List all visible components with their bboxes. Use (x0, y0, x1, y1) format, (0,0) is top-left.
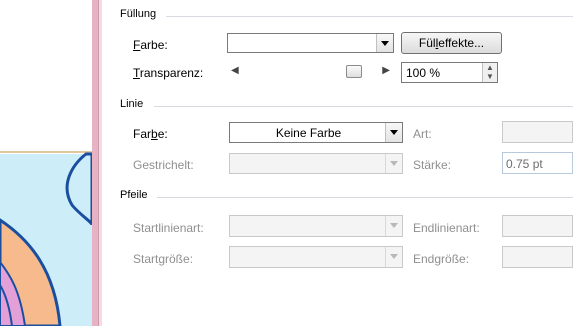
line-style-dropdown[interactable] (502, 121, 573, 143)
fill-group-title: Füllung (120, 8, 157, 20)
fill-effects-button[interactable]: Fülleffekte... (401, 32, 502, 54)
fill-color-label: Farbe: (133, 38, 168, 52)
end-size-dropdown[interactable] (502, 246, 573, 268)
line-group-title: Linie (120, 98, 144, 110)
start-size-label: Startgröße: (133, 252, 194, 266)
end-size-label: Endgröße: (413, 252, 470, 266)
chevron-down-icon (390, 223, 398, 228)
slider-left-arrow-icon[interactable]: ◀ (231, 65, 239, 76)
fill-group-divider (166, 16, 573, 17)
dashed-dropdown-button[interactable] (385, 154, 402, 173)
background-illustration (0, 151, 92, 326)
start-size-dropdown[interactable] (229, 246, 403, 268)
start-size-dropdown-button[interactable] (385, 247, 402, 267)
line-color-dropdown-button[interactable] (385, 123, 402, 142)
transparency-slider[interactable]: ◀ ▶ (227, 62, 394, 82)
fill-color-dropdown[interactable] (227, 33, 394, 53)
line-color-value: Keine Farbe (275, 126, 342, 140)
line-weight-value: 0.75 pt (506, 157, 543, 171)
arrows-group-divider (157, 197, 573, 198)
spin-down-icon[interactable]: ▼ (486, 72, 494, 81)
start-style-dropdown[interactable] (229, 215, 403, 237)
transparency-spinner[interactable]: 100 % ▲ ▼ (401, 62, 498, 83)
end-style-label: Endlinienart: (413, 221, 480, 235)
line-style-label: Art: (413, 127, 432, 141)
line-color-label: Farbe: (133, 127, 168, 141)
spinner-buttons[interactable]: ▲ ▼ (482, 63, 497, 82)
dashed-label: Gestrichelt: (133, 158, 194, 172)
slider-thumb[interactable] (346, 65, 362, 78)
start-style-dropdown-button[interactable] (385, 216, 402, 236)
chevron-down-icon (390, 161, 398, 166)
slider-right-arrow-icon[interactable]: ▶ (382, 65, 390, 76)
spin-up-icon[interactable]: ▲ (486, 63, 494, 72)
line-color-dropdown[interactable]: Keine Farbe (229, 122, 403, 143)
chevron-down-icon (390, 254, 398, 259)
fill-color-dropdown-button[interactable] (376, 34, 393, 52)
window-border (92, 0, 99, 326)
arrows-group-title: Pfeile (120, 189, 148, 201)
format-dialog: Füllung Farbe: Fülleffekte... Transparen… (102, 0, 573, 326)
transparency-label: Transparenz: (133, 66, 204, 80)
start-style-label: Startlinienart: (133, 221, 204, 235)
document-canvas (0, 0, 92, 326)
line-weight-spinner[interactable]: 0.75 pt (502, 152, 573, 174)
line-group-divider (154, 106, 573, 107)
transparency-value: 100 % (406, 66, 441, 80)
chevron-down-icon (381, 41, 389, 46)
line-weight-label: Stärke: (413, 158, 452, 172)
dashed-dropdown[interactable] (229, 153, 403, 174)
chevron-down-icon (390, 130, 398, 135)
end-style-dropdown[interactable] (502, 215, 573, 237)
